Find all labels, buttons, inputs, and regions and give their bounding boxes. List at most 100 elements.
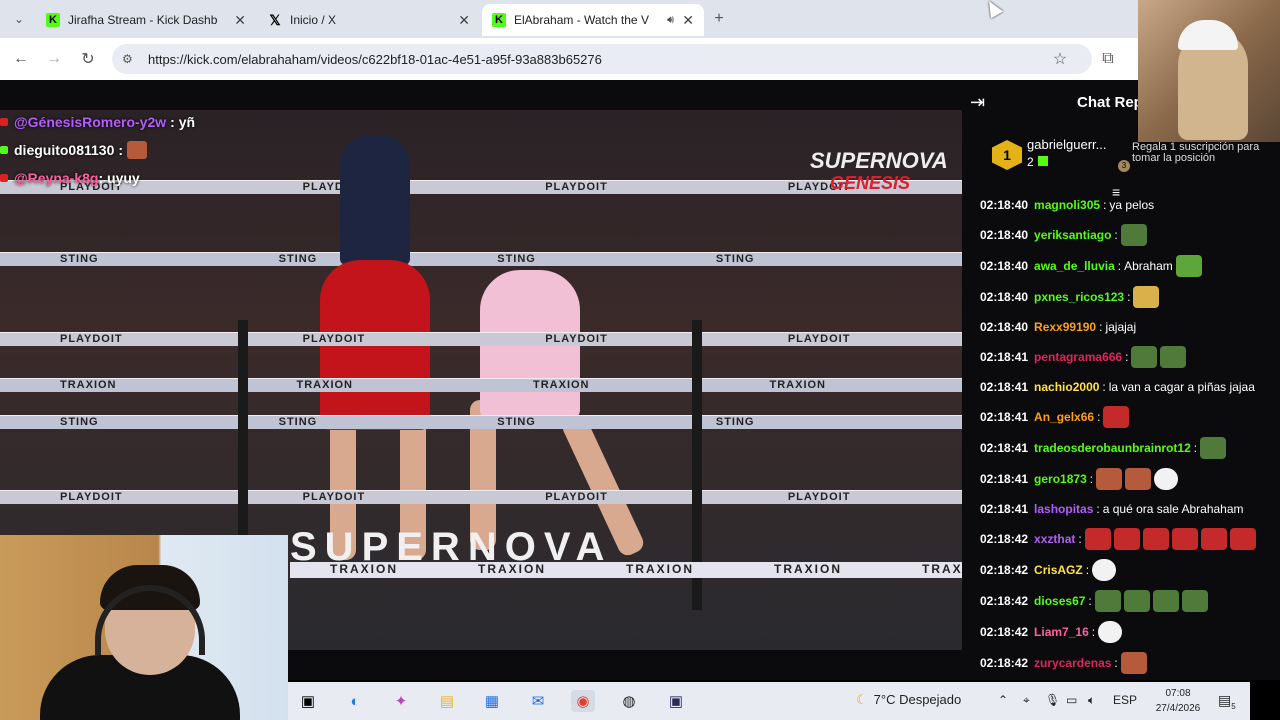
chat-message: 02:18:40 awa_de_lluvia: Abraham [980, 255, 1270, 277]
message-username[interactable]: gero1873 [1034, 469, 1087, 489]
language-indicator[interactable]: ESP [1113, 693, 1137, 707]
message-timestamp: 02:18:40 [980, 198, 1029, 212]
message-text: a qué ora sale Abrahaham [1102, 502, 1244, 516]
tab-kick-dashboard[interactable]: K Jirafha Stream - Kick Dashboard ✕ [36, 4, 256, 36]
separator: : [1088, 594, 1092, 608]
obs-icon[interactable]: ◍ [617, 690, 641, 712]
back-icon[interactable]: ← [10, 48, 32, 70]
emote-icon [1125, 468, 1152, 490]
referee [340, 135, 410, 265]
collapse-chat-icon[interactable]: ⇥ [970, 92, 985, 113]
message-username[interactable]: zurycardenas [1034, 653, 1111, 673]
microphone-icon[interactable]: 🎙︎ [1045, 693, 1060, 707]
message-username[interactable]: dioses67 [1034, 591, 1085, 611]
chrome-icon[interactable]: ◉ [571, 690, 595, 712]
clock-time: 07:08 [1165, 688, 1191, 699]
kick-icon: K [492, 13, 506, 27]
outlook-icon[interactable]: ✉ [526, 690, 550, 712]
message-username[interactable]: pxnes_ricos123 [1034, 287, 1124, 307]
copilot-icon[interactable]: ✦ [389, 690, 413, 712]
chat-message: 02:18:42 CrisAGZ: [980, 559, 1270, 581]
chat-message: 02:18:42 dioses67: [980, 590, 1270, 612]
message-timestamp: 02:18:42 [980, 625, 1029, 639]
message-username[interactable]: pentagrama666 [1034, 347, 1122, 367]
overlay-chat-line: dieguito081130 : [0, 136, 300, 164]
message-username[interactable]: tradeosderobaunbrainrot12 [1034, 438, 1191, 458]
emote-icon [1113, 528, 1140, 550]
forward-icon[interactable]: → [43, 48, 65, 70]
system-clock[interactable]: 07:08 27/4/2026 [1148, 686, 1208, 716]
message-username[interactable]: An_gelx66 [1034, 407, 1094, 427]
chat-message: 02:18:41 gero1873: [980, 468, 1270, 490]
emote-icon [1142, 528, 1169, 550]
kick-badge-icon [0, 146, 8, 154]
notification-icon[interactable]: ▤5 [1218, 692, 1236, 711]
chat-panel: ⇥ Chat Rep 1 gabrielguerr... 2 3 Regala … [962, 80, 1280, 680]
message-timestamp: 02:18:41 [980, 380, 1029, 394]
stream-overlay-chat: @GénesisRomero-y2w : yñ dieguito081130 :… [0, 108, 300, 192]
message-username[interactable]: Liam7_16 [1034, 622, 1089, 642]
message-username[interactable]: nachio2000 [1034, 377, 1099, 397]
volume-icon[interactable]: 🔈︎ [1088, 693, 1095, 708]
separator: : [1114, 228, 1118, 242]
emote-icon [1094, 590, 1121, 612]
separator: : [1089, 472, 1094, 486]
weather-widget[interactable]: ☾ 7°C Despejado [856, 692, 961, 708]
overlay-chat-user: @GénesisRomero-y2w [14, 114, 167, 130]
message-timestamp: 02:18:40 [980, 259, 1029, 273]
new-tab-icon[interactable]: + [708, 8, 730, 30]
message-timestamp: 02:18:42 [980, 532, 1029, 546]
chevron-up-icon[interactable]: ⌃ [998, 693, 1008, 707]
gift-sub-promo[interactable]: 3 Regala 1 suscripción para tomar la pos… [1118, 141, 1280, 172]
overlay-chat-text: : [118, 142, 124, 158]
emote-icon [1131, 346, 1158, 368]
location-icon[interactable]: ⌖ [1023, 693, 1030, 708]
app-icon[interactable]: ▣ [664, 690, 688, 712]
message-timestamp: 02:18:41 [980, 410, 1029, 424]
close-tab-icon[interactable]: ✕ [682, 12, 694, 29]
emote-icon [1098, 621, 1123, 643]
message-username[interactable]: xxzthat [1034, 529, 1075, 549]
message-username[interactable]: Rexx99190 [1034, 317, 1096, 337]
url-bar[interactable]: ⚙ https://kick.com/elabrahaham/videos/c6… [112, 44, 1092, 74]
top-gifter-name: gabrielguerr... [1027, 137, 1107, 152]
task-view-icon[interactable]: ▣ [296, 690, 320, 712]
separator: : [1102, 380, 1106, 394]
message-timestamp: 02:18:40 [980, 228, 1029, 242]
message-timestamp: 02:18:42 [980, 594, 1029, 608]
tab-x-inicio[interactable]: 𝕏 Inicio / X ✕ [258, 4, 480, 36]
message-text: jajajaj [1105, 320, 1137, 334]
close-tab-icon[interactable]: ✕ [458, 12, 470, 29]
emote-icon [1120, 652, 1147, 674]
extensions-icon[interactable]: ⧉ [1097, 48, 1119, 70]
edge-icon[interactable]: ◐ [343, 690, 367, 712]
site-info-icon[interactable]: ⚙ [122, 52, 140, 66]
message-username[interactable]: yeriksantiago [1034, 225, 1111, 245]
message-username[interactable]: lashopitas [1034, 499, 1093, 519]
network-icon[interactable]: ▭ [1066, 693, 1077, 707]
streamer-webcam [0, 535, 288, 720]
speaker-icon[interactable]: 🔊︎ [667, 14, 674, 27]
chat-message: 02:18:42 xxzthat: [980, 528, 1270, 550]
bookmark-star-icon[interactable]: ☆ [1049, 48, 1071, 70]
tab-title: ElAbraham - Watch the V [514, 13, 649, 27]
message-username[interactable]: CrisAGZ [1034, 560, 1083, 580]
gift-sub-text: Regala 1 suscripción para tomar la posic… [1132, 141, 1260, 164]
emote-icon [1123, 590, 1150, 612]
message-username[interactable]: magnoli305 [1034, 195, 1100, 215]
separator: : [1096, 502, 1100, 516]
tab-title: Inicio / X [290, 13, 337, 27]
store-icon[interactable]: ▦ [480, 690, 504, 712]
reload-icon[interactable]: ↻ [77, 48, 99, 70]
close-tab-icon[interactable]: ✕ [234, 12, 246, 29]
message-username[interactable]: awa_de_lluvia [1034, 256, 1115, 276]
chat-message: 02:18:40 magnoli305: ya pelos [980, 195, 1270, 215]
tab-elabraham-video[interactable]: K ElAbraham - Watch the V 🔊︎ ✕ [482, 4, 704, 36]
emote-icon [1160, 346, 1187, 368]
address-bar-row: ← → ↻ ⚙ https://kick.com/elabrahaham/vid… [0, 38, 1140, 80]
file-explorer-icon[interactable]: ▤ [435, 690, 459, 712]
browser-tab-bar: ⌄ K Jirafha Stream - Kick Dashboard ✕ 𝕏 … [0, 0, 1280, 38]
ring-apron-sponsor: TRAXIONTRAXIONTRAXIONTRAXIONTRAXION [290, 562, 962, 578]
message-timestamp: 02:18:41 [980, 472, 1029, 486]
tab-search-icon[interactable]: ⌄ [8, 8, 30, 30]
